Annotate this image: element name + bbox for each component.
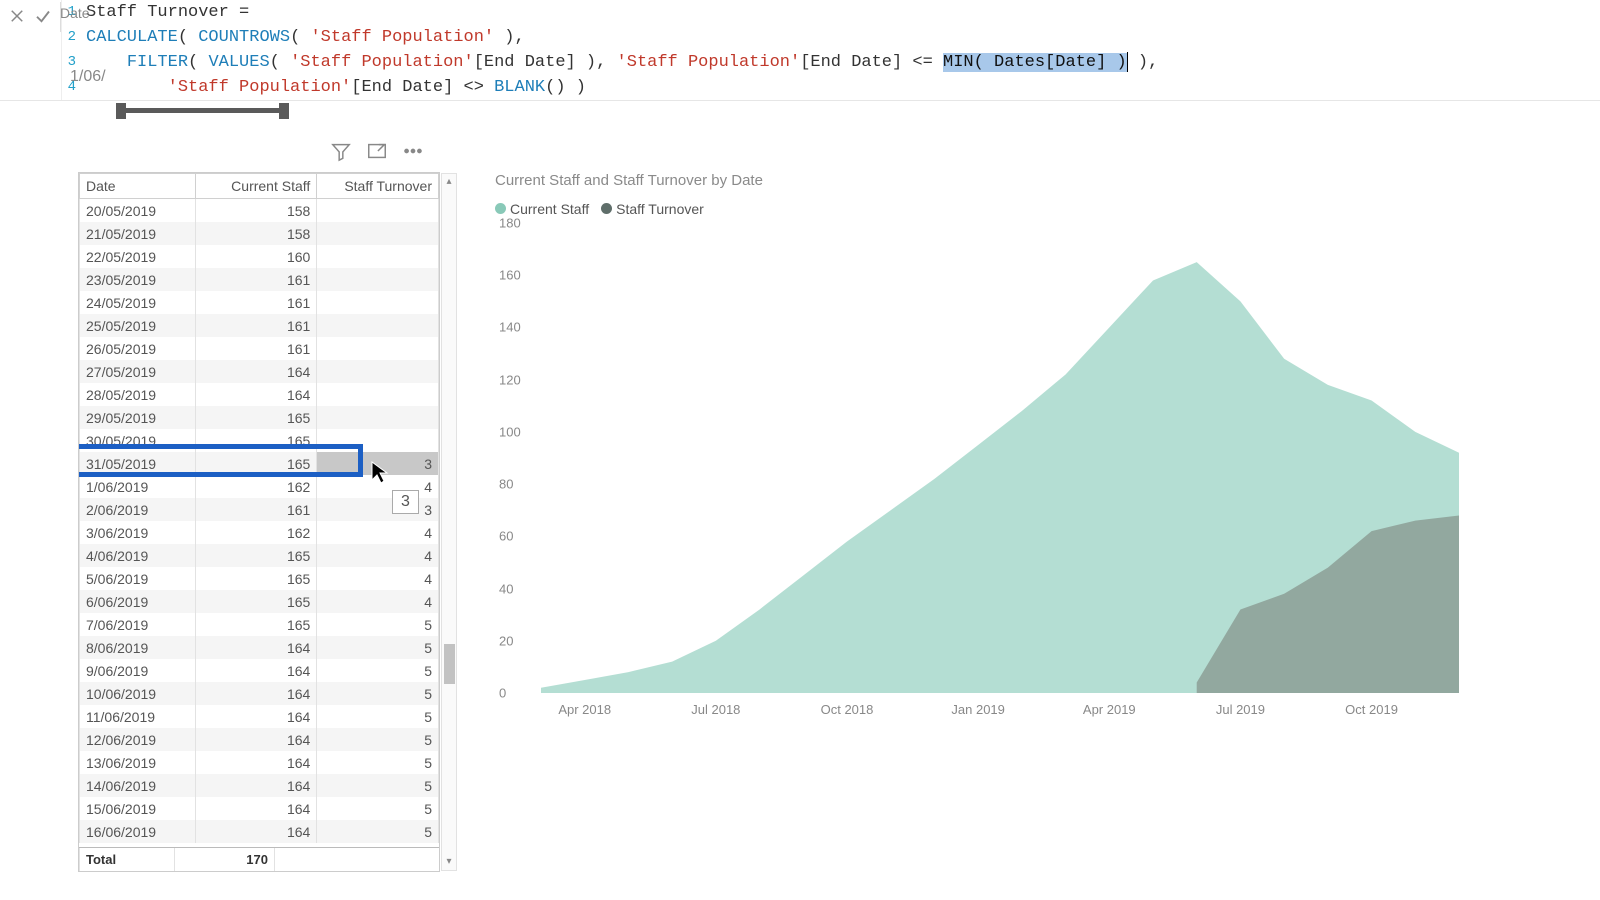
commit-icon[interactable]	[34, 7, 52, 28]
x-axis-tick: Apr 2019	[1083, 702, 1136, 717]
area-chart-visual[interactable]: Current Staff and Staff Turnover by Date…	[495, 172, 1495, 693]
slicer-field-label: Date	[60, 5, 90, 21]
filter-icon[interactable]	[330, 140, 352, 165]
table-visual[interactable]: Date Current Staff Staff Turnover 20/05/…	[78, 172, 440, 872]
slider-thumb-right[interactable]	[279, 103, 289, 119]
table-row[interactable]: 13/06/20191645	[80, 751, 439, 774]
x-axis-tick: Jan 2019	[951, 702, 1005, 717]
scroll-down-icon[interactable]: ▾	[442, 854, 456, 870]
table-row[interactable]: 15/06/20191645	[80, 797, 439, 820]
cancel-icon[interactable]	[8, 7, 26, 28]
x-axis-tick: Oct 2018	[821, 702, 874, 717]
y-axis-tick: 160	[499, 268, 521, 283]
slicer-value: 1/06/	[70, 68, 106, 86]
x-axis-tick: Jul 2019	[1216, 702, 1265, 717]
table-row[interactable]: 3/06/20191624	[80, 521, 439, 544]
code-text: FILTER( VALUES( 'Staff Population'[End D…	[86, 50, 1158, 75]
more-options-icon[interactable]	[402, 140, 424, 165]
table-row[interactable]: 6/06/20191654	[80, 590, 439, 613]
table-row[interactable]: 16/06/20191645	[80, 820, 439, 843]
table-row[interactable]: 14/06/20191645	[80, 774, 439, 797]
table-row[interactable]: 12/06/20191645	[80, 728, 439, 751]
table-row[interactable]: 20/05/2019158	[80, 199, 439, 222]
x-axis-tick: Oct 2019	[1345, 702, 1398, 717]
table-row[interactable]: 10/06/20191645	[80, 682, 439, 705]
y-axis-tick: 120	[499, 372, 521, 387]
total-label: Total	[79, 848, 174, 871]
table-row[interactable]: 9/06/20191645	[80, 659, 439, 682]
visual-header	[330, 140, 424, 165]
legend-dot-icon	[601, 203, 612, 214]
legend-dot-icon	[495, 203, 506, 214]
y-axis-tick: 180	[499, 216, 521, 231]
table-row[interactable]: 22/05/2019160	[80, 245, 439, 268]
col-header-date[interactable]: Date	[80, 174, 196, 199]
table-row[interactable]: 7/06/20191655	[80, 613, 439, 636]
table-row[interactable]: 4/06/20191654	[80, 544, 439, 567]
y-axis-tick: 80	[499, 477, 513, 492]
table-row[interactable]: 27/05/2019164	[80, 360, 439, 383]
code-text: CALCULATE( COUNTROWS( 'Staff Population'…	[86, 25, 525, 50]
x-axis-tick: Jul 2018	[691, 702, 740, 717]
line-number: 2	[66, 25, 86, 50]
focus-mode-icon[interactable]	[366, 140, 388, 165]
scroll-thumb[interactable]	[444, 644, 455, 684]
table-row[interactable]: 11/06/20191645	[80, 705, 439, 728]
table-row[interactable]: 8/06/20191645	[80, 636, 439, 659]
col-header-staff-turnover[interactable]: Staff Turnover	[317, 174, 439, 199]
mouse-cursor-icon	[370, 460, 390, 486]
chart-title: Current Staff and Staff Turnover by Date	[495, 172, 1495, 189]
y-axis-tick: 0	[499, 686, 506, 701]
code-text: Staff Turnover =	[86, 0, 249, 25]
dax-editor[interactable]: 1 Staff Turnover = 2 CALCULATE( COUNTROW…	[61, 0, 1162, 100]
scroll-up-icon[interactable]: ▴	[442, 174, 456, 190]
total-blank	[274, 848, 374, 871]
scrollbar-vertical[interactable]: ▴ ▾	[441, 173, 457, 871]
x-axis-tick: Apr 2018	[558, 702, 611, 717]
table-row[interactable]: 2/06/20191613	[80, 498, 439, 521]
table-row[interactable]: 23/05/2019161	[80, 268, 439, 291]
table-row[interactable]: 24/05/2019161	[80, 291, 439, 314]
table-row[interactable]: 25/05/2019161	[80, 314, 439, 337]
col-header-current-staff[interactable]: Current Staff	[195, 174, 317, 199]
table-row[interactable]: 28/05/2019164	[80, 383, 439, 406]
y-axis-tick: 20	[499, 633, 513, 648]
table-row[interactable]: 5/06/20191654	[80, 567, 439, 590]
y-axis-tick: 140	[499, 320, 521, 335]
table-row[interactable]: 21/05/2019158	[80, 222, 439, 245]
chart-legend: Current Staff Staff Turnover	[495, 201, 1495, 217]
date-slider[interactable]	[120, 108, 285, 113]
cell-tooltip: 3	[392, 490, 419, 514]
y-axis-tick: 60	[499, 529, 513, 544]
table-total-row: Total 170	[79, 847, 439, 871]
y-axis-tick: 40	[499, 581, 513, 596]
code-text: 'Staff Population'[End Date] <> BLANK() …	[86, 75, 586, 100]
legend-item-staff-turnover[interactable]: Staff Turnover	[601, 201, 704, 217]
formula-bar: 1 Staff Turnover = 2 CALCULATE( COUNTROW…	[0, 0, 1600, 101]
table-row[interactable]: 29/05/2019165	[80, 406, 439, 429]
total-value: 170	[174, 848, 274, 871]
slider-thumb-left[interactable]	[116, 103, 126, 119]
table-row[interactable]: 26/05/2019161	[80, 337, 439, 360]
table-row[interactable]: 30/05/2019165	[80, 429, 439, 452]
y-axis-tick: 100	[499, 424, 521, 439]
